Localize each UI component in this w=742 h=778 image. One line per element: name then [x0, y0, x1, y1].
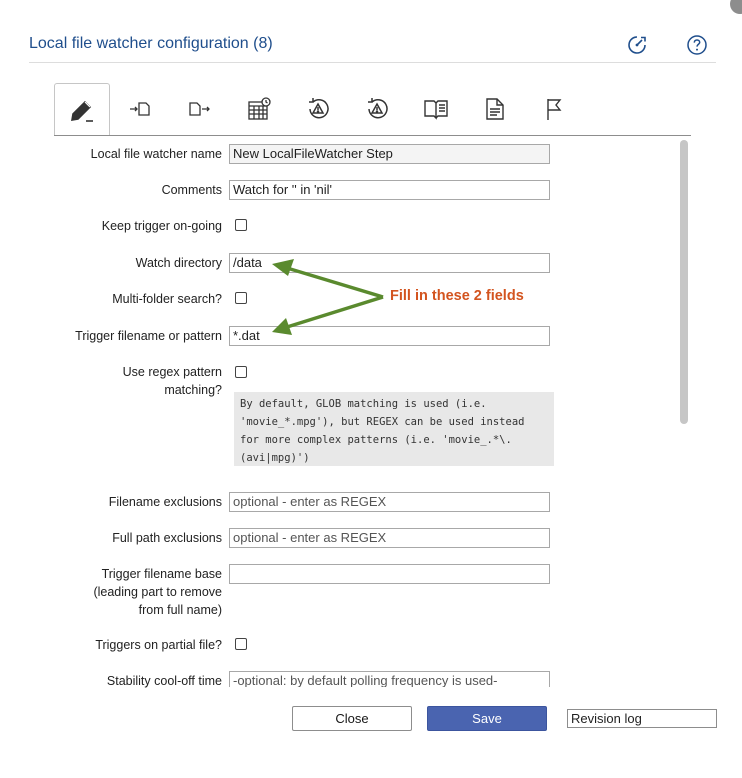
- help-icon[interactable]: [686, 34, 708, 56]
- window-corner-control: [730, 0, 742, 14]
- fullpath-exclusions-label: Full path exclusions: [112, 531, 222, 545]
- header-divider: [29, 62, 716, 63]
- watch-dir-label: Watch directory: [135, 256, 222, 270]
- book-icon: [424, 100, 448, 120]
- save-button[interactable]: Save: [427, 706, 547, 731]
- trigger-pattern-label: Trigger filename or pattern: [75, 329, 222, 343]
- document-icon: [486, 98, 504, 120]
- partial-file-label: Triggers on partial file?: [95, 638, 222, 652]
- multi-folder-checkbox[interactable]: [235, 292, 247, 304]
- name-field[interactable]: New LocalFileWatcher Step: [229, 144, 550, 164]
- tab-output[interactable]: [172, 83, 228, 135]
- regex-label-line1: Use regex pattern: [122, 365, 222, 379]
- trigger-base-label-line2: (leading part to remove: [93, 585, 222, 599]
- pencil-icon: [71, 100, 93, 122]
- form-scrollbar[interactable]: [680, 140, 688, 424]
- tab-documentation[interactable]: [408, 83, 464, 135]
- trigger-pattern-field[interactable]: *.dat: [229, 326, 550, 346]
- regex-help-line: 'movie_*.mpg'), but REGEX can be used in…: [240, 416, 525, 428]
- history-warning-icon: [309, 98, 329, 119]
- regex-label-line2: matching?: [164, 383, 222, 397]
- tab-input[interactable]: [113, 83, 169, 135]
- close-button[interactable]: Close: [292, 706, 412, 731]
- watch-dir-field[interactable]: /data: [229, 253, 550, 273]
- regex-help-line: for more complex patterns (i.e. 'movie_.…: [240, 434, 512, 446]
- revision-log-field[interactable]: Revision log: [567, 709, 717, 728]
- filename-exclusions-field[interactable]: optional - enter as REGEX: [229, 492, 550, 512]
- partial-file-checkbox[interactable]: [235, 638, 247, 650]
- regex-help-line: By default, GLOB matching is used (i.e.: [240, 398, 487, 410]
- multi-folder-label: Multi-folder search?: [112, 292, 222, 306]
- regex-help-box: By default, GLOB matching is used (i.e. …: [234, 392, 554, 466]
- history-warning-alt-icon: [368, 98, 388, 119]
- trigger-base-field[interactable]: [229, 564, 550, 584]
- input-arrow-icon: [130, 102, 150, 116]
- keep-trigger-label: Keep trigger on-going: [101, 219, 222, 233]
- filename-exclusions-label: Filename exclusions: [108, 495, 222, 509]
- tab-edit[interactable]: [54, 83, 110, 136]
- keep-trigger-checkbox[interactable]: [235, 219, 247, 231]
- regex-checkbox[interactable]: [235, 366, 247, 378]
- comments-label: Comments: [161, 183, 222, 197]
- tab-history[interactable]: [290, 83, 346, 135]
- regex-help-line: (avi|mpg)'): [240, 452, 310, 464]
- flag-icon: [547, 99, 562, 120]
- tab-history-alt[interactable]: [349, 83, 405, 135]
- stability-field[interactable]: -optional: by default polling frequency …: [229, 671, 550, 687]
- stability-label: Stability cool-off time: [106, 674, 222, 688]
- output-arrow-icon: [189, 102, 210, 116]
- fullpath-exclusions-field[interactable]: optional - enter as REGEX: [229, 528, 550, 548]
- trigger-base-label-line3: from full name): [138, 603, 222, 617]
- tab-schedule[interactable]: [231, 83, 287, 135]
- trigger-base-label-line1: Trigger filename base: [101, 567, 222, 581]
- tab-flag[interactable]: [526, 83, 582, 135]
- comments-field[interactable]: Watch for '' in 'nil': [229, 180, 550, 200]
- tab-divider: [54, 135, 691, 136]
- page-title: Local file watcher configuration (8): [29, 35, 273, 52]
- annotation-text: Fill in these 2 fields: [390, 288, 524, 304]
- dashboard-icon[interactable]: [626, 34, 648, 56]
- tab-notes[interactable]: [467, 83, 523, 135]
- name-label: Local file watcher name: [90, 147, 222, 161]
- calendar-schedule-icon: [248, 97, 271, 120]
